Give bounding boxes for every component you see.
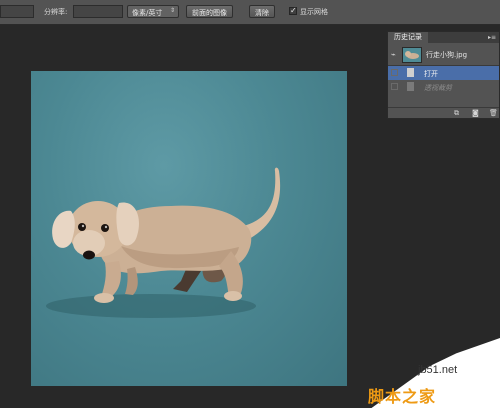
snapshot-thumbnail [402,47,422,63]
document-canvas[interactable] [31,71,347,386]
tab-history[interactable]: 历史记录 [388,32,428,43]
height-field[interactable] [0,5,34,18]
show-grid-label: 显示网格 [300,8,328,16]
snapshot-label: 行走小狗.jpg [426,51,468,59]
resolution-label: 分辨率: [44,8,68,16]
history-step-open[interactable]: 打开 [388,66,499,80]
select-arrows-icon: ⇕ [169,7,175,14]
snapshot-dog-thumbnail-image [405,51,419,59]
crop-step-icon [407,82,414,91]
watermark-url: jb51.net [418,364,458,376]
panel-tab-bar: 历史记录 ▸≡ [388,32,499,43]
history-panel-footer: ⧉ ◙ 🗑 [388,107,499,119]
new-document-from-state-icon[interactable]: ⧉ [454,109,459,118]
resolution-field[interactable] [73,5,123,18]
history-panel: 历史记录 ▸≡ ⌁ 行走小狗.jpg 打开 透视裁剪 ⧉ ◙ 🗑 [387,31,500,119]
options-bar: 分辨率: 像素/英寸 ⇕ 前面的图像 清除 ✓ 显示网格 [0,0,500,25]
history-brush-slot[interactable] [391,83,398,90]
dachshund-puppy-image [46,167,281,318]
clear-button[interactable]: 清除 [249,5,275,18]
watermark-logo: 脚本之家 [368,389,437,406]
history-step-label: 透视裁剪 [424,84,452,92]
resolution-unit-select[interactable]: 像素/英寸 ⇕ [127,5,179,18]
document-icon [407,68,414,77]
history-brush-slot[interactable] [391,69,398,76]
show-grid-checkbox[interactable]: ✓ [289,7,297,15]
resolution-unit-value: 像素/英寸 [132,9,163,17]
panel-menu-icon[interactable]: ▸≡ [488,34,496,41]
history-brush-source-icon[interactable]: ⌁ [391,50,396,59]
history-step-perspective-crop[interactable]: 透视裁剪 [388,80,499,94]
trash-icon[interactable]: 🗑 [489,109,498,117]
camera-icon[interactable]: ◙ [472,109,479,117]
front-image-button[interactable]: 前面的图像 [186,5,233,18]
history-step-label: 打开 [424,70,438,78]
history-snapshot[interactable]: ⌁ 行走小狗.jpg [388,43,499,66]
